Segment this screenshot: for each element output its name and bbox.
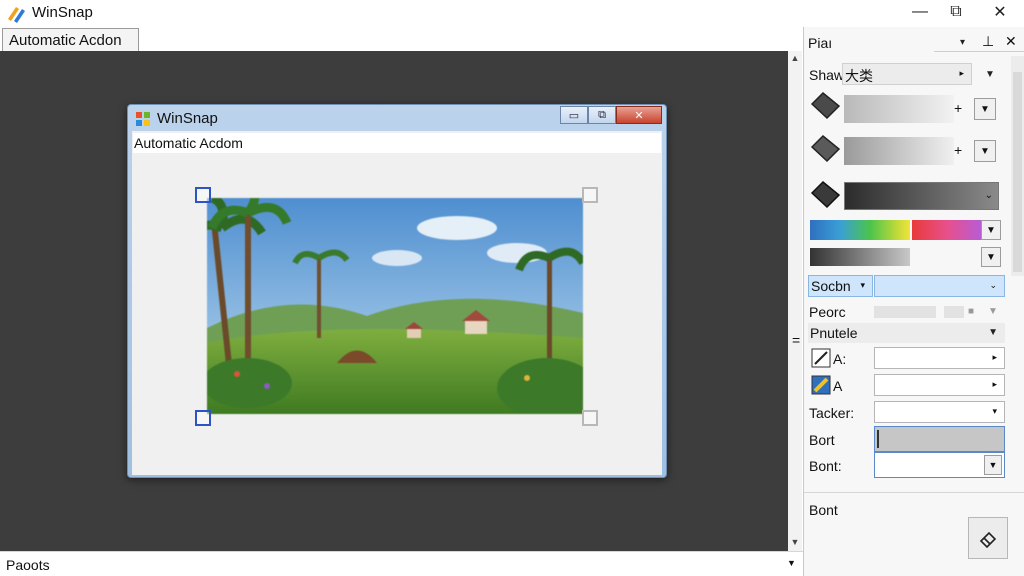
shadow-type-select[interactable]: 大类 ▸ — [842, 63, 972, 85]
field-a1-select[interactable]: ▸ — [874, 347, 1005, 369]
status-bar: Paoots ▼ — [0, 551, 803, 576]
field-label-bont: Bont: — [809, 458, 842, 474]
scroll-up-icon[interactable]: ▲ — [788, 51, 802, 65]
highlighter-icon — [811, 375, 831, 395]
captured-window-titlebar: WinSnap ▭ ⧉ ✕ — [128, 105, 666, 131]
field-label-a1: A: — [833, 351, 847, 367]
field-label-bort: Bort — [809, 432, 835, 448]
chevron-down-icon: ⌄ — [989, 280, 997, 290]
bort-input[interactable] — [874, 426, 1005, 452]
maximize-button[interactable]: ⧉ — [936, 0, 976, 24]
chevron-down-icon: ⌄ — [984, 190, 993, 201]
color-dropdown-button[interactable]: ▼ — [974, 98, 996, 120]
windows-logo-icon — [136, 112, 150, 126]
grayscale-gradient[interactable] — [810, 248, 910, 266]
dark-gradient-select[interactable]: ⌄ — [844, 182, 999, 210]
captured-window-title: WinSnap — [157, 110, 218, 127]
grayscale-dropdown-button[interactable]: ▼ — [981, 247, 1001, 267]
field-label-a2: A — [833, 378, 843, 394]
panel-dropdown-icon[interactable]: ▾ — [960, 37, 965, 48]
shadow-label: Shaw — [809, 67, 845, 83]
bont-select[interactable]: ▼ — [874, 452, 1005, 478]
app-window: WinSnap — ⧉ ✕ Automatic Acdon ▲ ▼ WinSna… — [0, 0, 1024, 576]
color-palette-warm[interactable] — [912, 220, 982, 240]
panel-pin-icon[interactable]: ⊥ — [982, 33, 994, 50]
panel-header-divider — [934, 51, 1024, 52]
add-stop-icon[interactable]: + — [954, 142, 962, 158]
eraser-button[interactable] — [968, 517, 1008, 559]
canvas-vertical-scrollbar[interactable]: ▲ ▼ — [788, 51, 802, 551]
scroll-down-icon[interactable]: ▼ — [788, 535, 802, 549]
captured-maximize-button[interactable]: ⧉ — [588, 106, 616, 124]
splitter-grip-icon[interactable]: = — [792, 332, 800, 348]
properties-header[interactable]: Pnutele ▼ — [808, 323, 1005, 343]
shadow-color-gradient-2[interactable] — [844, 137, 954, 165]
chevron-down-icon: ▼ — [988, 327, 998, 338]
chevron-right-icon: ▸ — [992, 379, 997, 389]
row-label: Peorc — [809, 304, 846, 320]
landscape-image[interactable] — [207, 198, 583, 414]
section-select-label: Socbn — [811, 278, 851, 294]
status-text: Paoots — [6, 557, 50, 573]
shadow-expand-icon[interactable]: ▼ — [985, 69, 995, 80]
row-value-box[interactable] — [944, 306, 964, 318]
crop-handle-bottom-left[interactable] — [195, 410, 211, 426]
field-a2-select[interactable]: ▸ — [874, 374, 1005, 396]
footer-label: Bont — [809, 502, 838, 518]
chevron-right-icon: ▸ — [992, 352, 997, 362]
section-select[interactable]: Socbn ▾ — [808, 275, 873, 297]
chevron-down-icon[interactable]: ▼ — [984, 455, 1002, 475]
app-title: WinSnap — [32, 4, 93, 21]
add-stop-icon[interactable]: + — [954, 100, 962, 116]
shadow-type-value: 大类 — [845, 68, 873, 84]
row-small-square-icon: ■ — [968, 306, 975, 317]
captured-window-controls: ▭ ⧉ ✕ — [560, 106, 662, 124]
crop-handle-top-right[interactable] — [582, 187, 598, 203]
minimize-button[interactable]: — — [900, 0, 940, 24]
pen-tool-icon — [811, 348, 831, 368]
row-dropdown-icon[interactable]: ▼ — [988, 306, 998, 317]
chevron-down-icon: ▸ — [959, 68, 964, 78]
captured-window-label: Automatic Acdom — [133, 133, 661, 153]
status-dropdown-icon[interactable]: ▼ — [787, 558, 796, 568]
paint-bucket-icon — [810, 91, 841, 120]
paint-bucket-icon — [810, 134, 841, 163]
chevron-down-icon: ▾ — [860, 280, 865, 290]
crop-handle-top-left[interactable] — [195, 187, 211, 203]
tacker-select[interactable]: ▾ — [874, 401, 1005, 423]
close-button[interactable]: ✕ — [980, 0, 1020, 24]
captured-minimize-button[interactable]: ▭ — [560, 106, 588, 124]
eraser-icon — [979, 531, 997, 548]
palette-dropdown-button[interactable]: ▼ — [981, 220, 1001, 240]
row-value-bar[interactable] — [874, 306, 936, 318]
panel-close-icon[interactable]: ✕ — [1005, 33, 1017, 50]
text-cursor — [877, 430, 879, 448]
panel-divider — [804, 492, 1024, 493]
chevron-down-icon: ▾ — [992, 406, 997, 416]
properties-header-label: Pnutele — [810, 325, 858, 341]
color-palette-cool[interactable] — [810, 220, 910, 240]
tab-automatic-action[interactable]: Automatic Acdon — [2, 28, 139, 52]
title-bar: WinSnap — ⧉ ✕ — [0, 0, 1024, 27]
panel-scrollbar-thumb[interactable] — [1013, 72, 1022, 272]
panel-vertical-scrollbar[interactable] — [1011, 56, 1024, 276]
section-value-select[interactable]: ⌄ — [874, 275, 1005, 297]
winsnap-logo-icon — [8, 7, 25, 23]
color-dropdown-button-2[interactable]: ▼ — [974, 140, 996, 162]
crop-handle-bottom-right[interactable] — [582, 410, 598, 426]
panel-header-title: Piaı — [808, 35, 833, 51]
paint-bucket-icon — [810, 180, 841, 209]
field-label-tacker: Tacker: — [809, 405, 855, 421]
captured-close-button[interactable]: ✕ — [616, 106, 662, 124]
shadow-color-gradient[interactable] — [844, 95, 954, 123]
properties-panel: Piaı ▾ ⊥ ✕ Shaw 大类 ▸ ▼ + ▼ + ▼ ⌄ ▼ ▼ Soc… — [792, 27, 1024, 576]
